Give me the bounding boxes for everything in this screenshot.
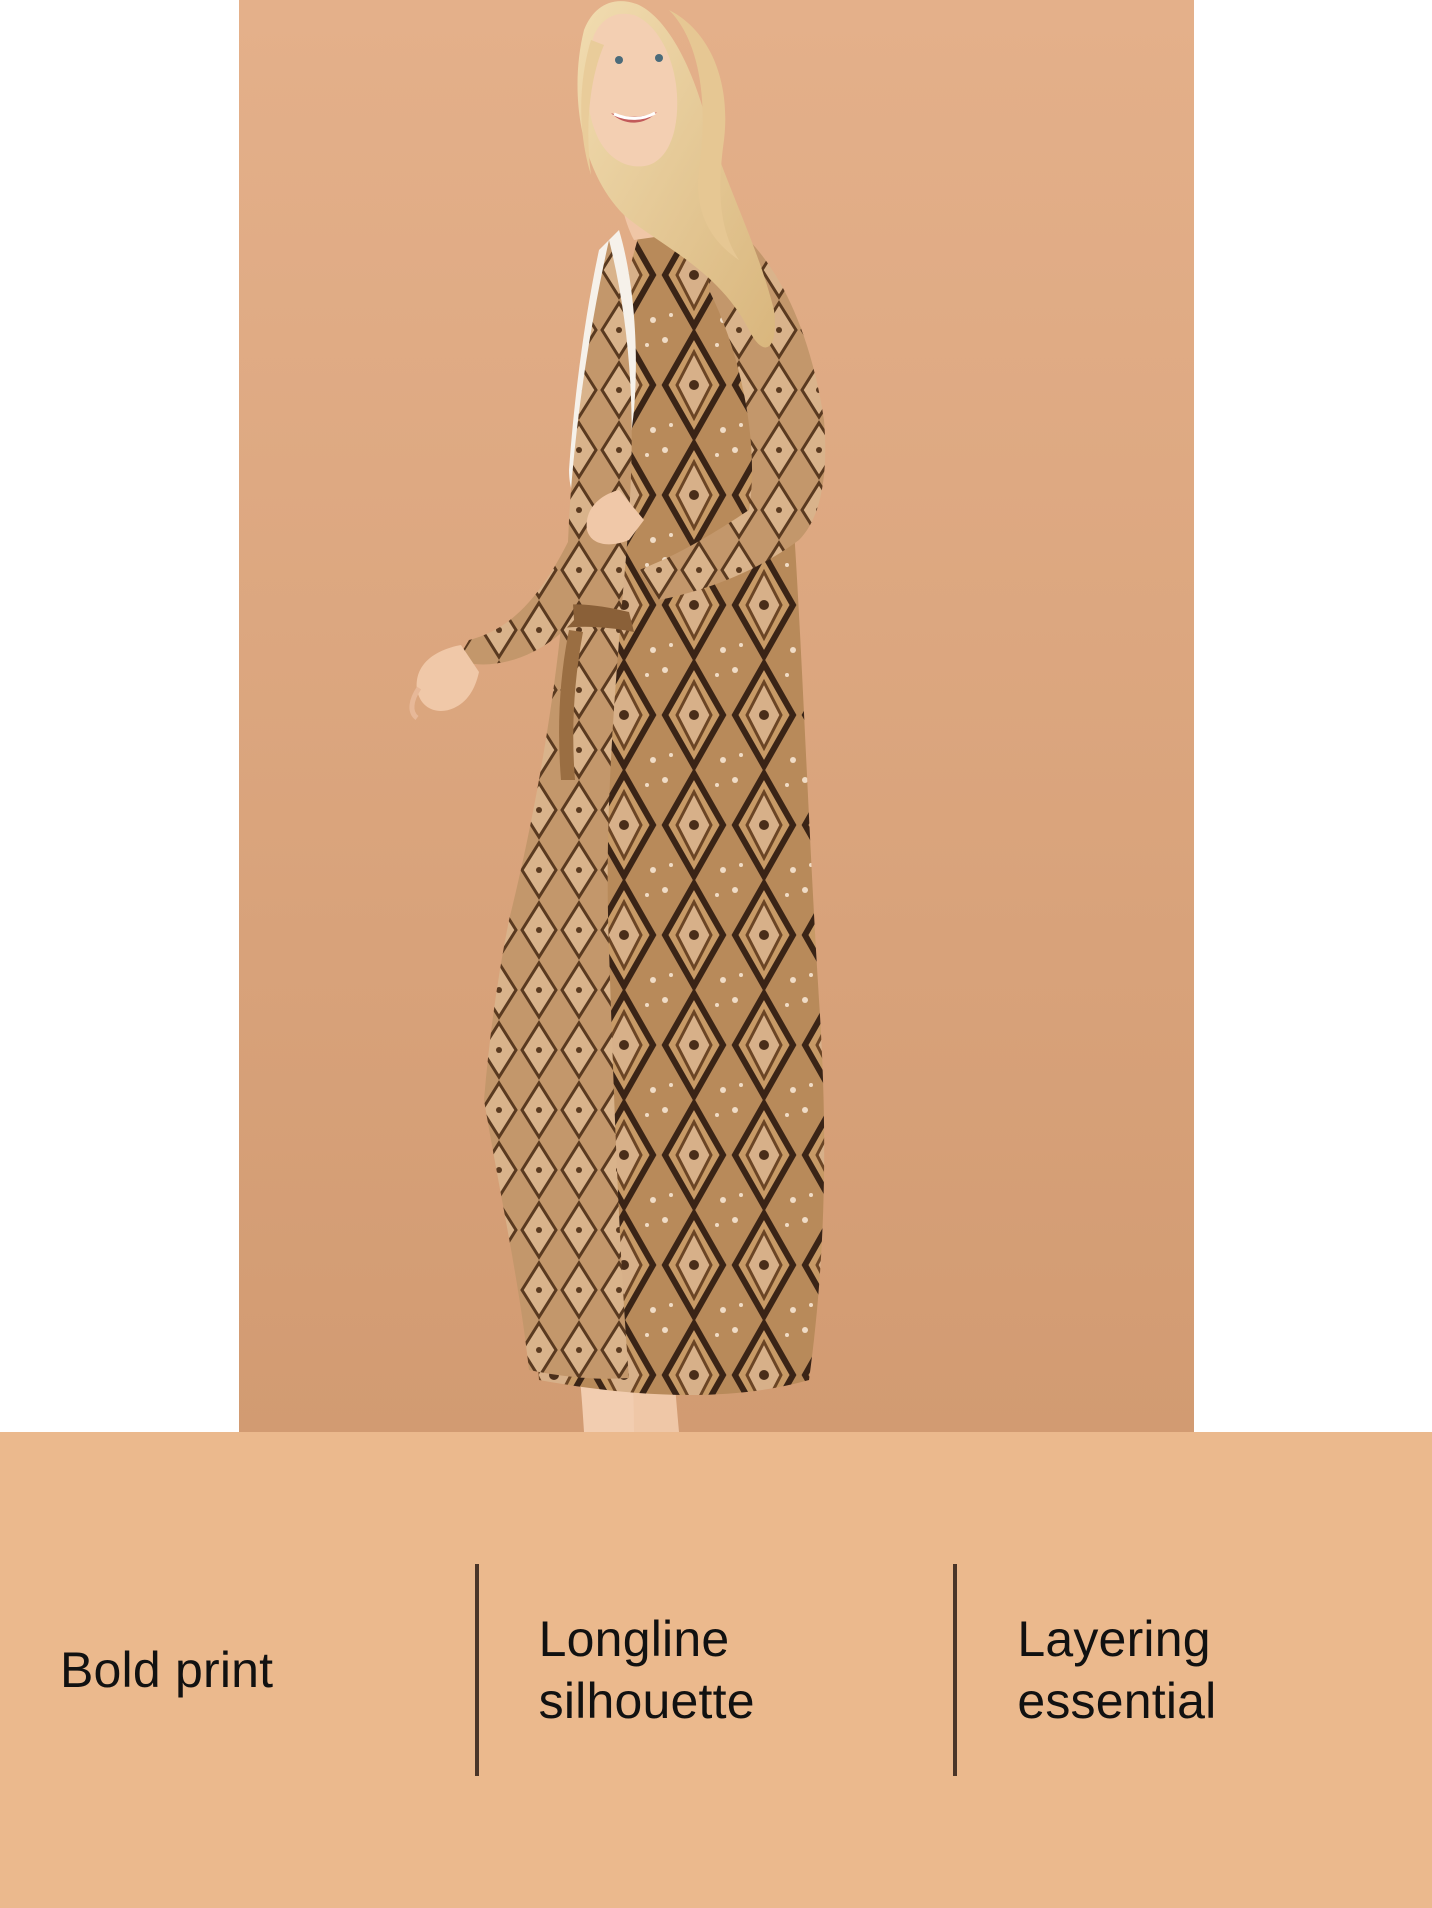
feature-strip: Bold print Longline silhouette Layering … (0, 1432, 1432, 1908)
feature-label: Layering essential (1017, 1611, 1217, 1729)
product-photo (239, 0, 1194, 1432)
feature-item: Bold print (0, 1564, 475, 1776)
product-feature-page: Bold print Longline silhouette Layering … (0, 0, 1432, 1908)
feature-label: Bold print (60, 1642, 274, 1698)
product-photo-illustration (239, 0, 1194, 1432)
feature-label: Longline silhouette (538, 1611, 755, 1729)
feature-item: Layering essential (957, 1564, 1432, 1776)
feature-item: Longline silhouette (479, 1564, 954, 1776)
